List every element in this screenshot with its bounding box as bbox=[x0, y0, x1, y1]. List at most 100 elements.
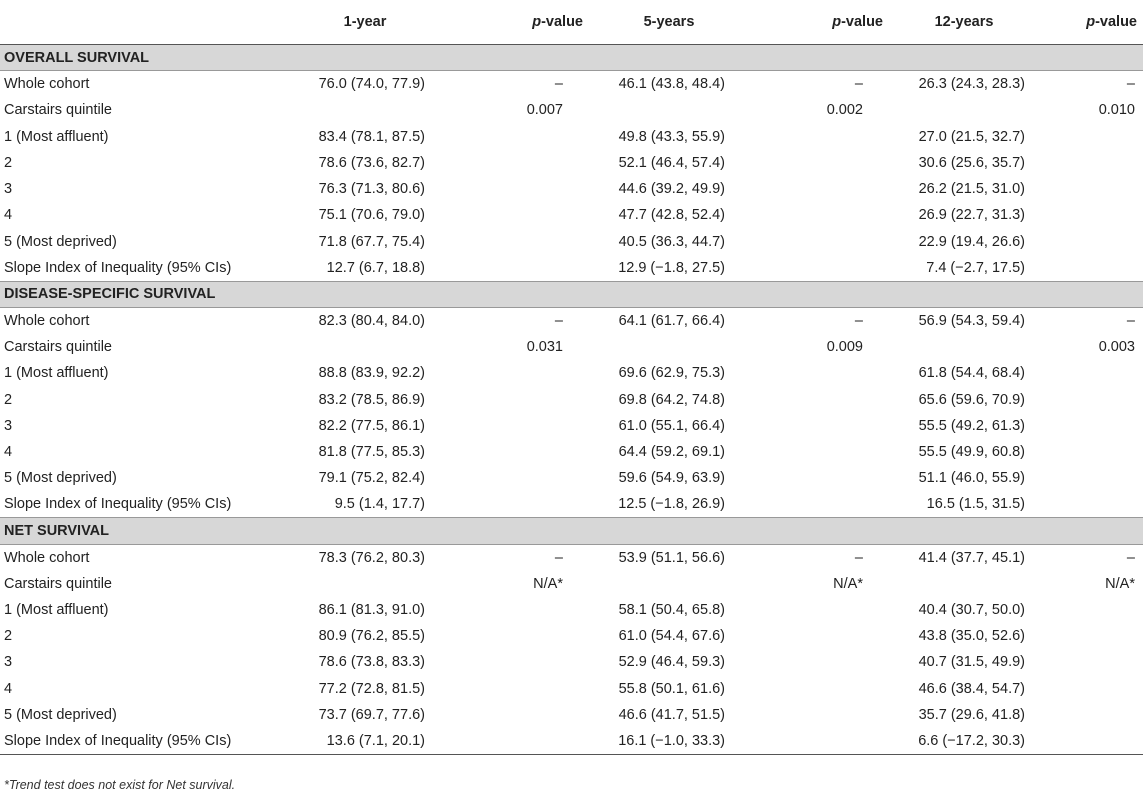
cell-p-value-5: – bbox=[854, 312, 863, 329]
cell-p-value-12 bbox=[1039, 255, 1143, 281]
cell-1-year: 9.5 (1.4, 17.7) bbox=[334, 496, 425, 513]
cell-p-value-5 bbox=[749, 492, 889, 518]
cell-5-years: 69.6 (62.9, 75.3) bbox=[618, 365, 725, 382]
table-row: 1 (Most affluent) 88.8 (83.9, 92.2) 69.6 (… bbox=[0, 360, 1143, 386]
row-label: 3 bbox=[4, 417, 13, 434]
row-label: 1 (Most affluent) bbox=[4, 601, 109, 618]
cell-1-year: 78.6 (73.6, 82.7) bbox=[318, 154, 425, 171]
cell-p-value-12: – bbox=[1126, 76, 1135, 93]
cell-p-value-12 bbox=[1039, 597, 1143, 623]
table-row: Whole cohort 82.3 (80.4, 84.0) – 64.1 (61.7… bbox=[0, 307, 1143, 333]
table-row: 1 (Most affluent) 83.4 (78.1, 87.5) 49.8 (… bbox=[0, 123, 1143, 149]
table-row: 5 (Most deprived) 73.7 (69.7, 77.6) 46.6 (… bbox=[0, 702, 1143, 728]
cell-p-value-1: 0.031 bbox=[526, 338, 563, 355]
table-row: 4 77.2 (72.8, 81.5) 55.8 (50.1, 61.6) 46.6 … bbox=[0, 676, 1143, 702]
cell-p-value-1 bbox=[449, 413, 589, 439]
cell-p-value-12 bbox=[1039, 439, 1143, 465]
cell-p-value-1: – bbox=[554, 549, 563, 566]
header-p-value-1: p-value bbox=[449, 0, 589, 45]
header-p-value-5: p-value bbox=[749, 0, 889, 45]
cell-1-year: 75.1 (70.6, 79.0) bbox=[318, 207, 425, 224]
cell-p-value-1 bbox=[449, 728, 589, 756]
cell-p-value-1 bbox=[449, 492, 589, 518]
cell-5-years: 53.9 (51.1, 56.6) bbox=[618, 549, 725, 566]
cell-p-value-5 bbox=[749, 360, 889, 386]
cell-p-value-5 bbox=[749, 413, 889, 439]
table-row: Carstairs quintile 0.007 0.002 0.010 bbox=[0, 97, 1143, 123]
cell-p-value-12 bbox=[1039, 413, 1143, 439]
table-row: 5 (Most deprived) 71.8 (67.7, 75.4) 40.5 (… bbox=[0, 229, 1143, 255]
cell-12-years: 26.2 (21.5, 31.0) bbox=[918, 181, 1025, 198]
cell-p-value-12 bbox=[1039, 176, 1143, 202]
row-label: 3 bbox=[4, 654, 13, 671]
row-label: Slope Index of Inequality (95% CIs) bbox=[4, 496, 232, 513]
cell-5-years: 16.1 (−1.0, 33.3) bbox=[589, 728, 749, 756]
row-label: Slope Index of Inequality (95% CIs) bbox=[0, 728, 281, 756]
section-title: DISEASE-SPECIFIC SURVIVAL bbox=[0, 280, 1143, 308]
cell-1-year: 76.3 (71.3, 80.6) bbox=[318, 181, 425, 198]
header-p-letter: p bbox=[1086, 14, 1096, 30]
cell-5-years: 52.9 (46.4, 59.3) bbox=[618, 654, 725, 671]
cell-12-years: 26.3 (24.3, 28.3) bbox=[918, 76, 1025, 93]
row-label: Carstairs quintile bbox=[4, 102, 112, 119]
table-body: OVERALL SURVIVAL Whole cohort 76.0 (74.0, … bbox=[0, 43, 1143, 756]
cell-1-year: 78.3 (76.2, 80.3) bbox=[318, 549, 425, 566]
row-label: Carstairs quintile bbox=[4, 575, 112, 592]
cell-p-value-12: 0.010 bbox=[1098, 102, 1135, 119]
cell-1-year: 79.1 (75.2, 82.4) bbox=[318, 470, 425, 487]
cell-p-value-12 bbox=[1039, 676, 1143, 702]
row-label: 3 bbox=[4, 181, 13, 198]
cell-p-value-5: – bbox=[854, 76, 863, 93]
header-p-letter: p bbox=[532, 14, 542, 30]
table-row: 2 78.6 (73.6, 82.7) 52.1 (46.4, 57.4) 30.6 … bbox=[0, 150, 1143, 176]
cell-p-value-12 bbox=[1039, 649, 1143, 675]
row-label: 5 (Most deprived) bbox=[4, 707, 117, 724]
cell-12-years: 56.9 (54.3, 59.4) bbox=[918, 312, 1025, 329]
cell-p-value-12 bbox=[1039, 202, 1143, 228]
cell-12-years: 43.8 (35.0, 52.6) bbox=[918, 628, 1025, 645]
table-row: Slope Index of Inequality (95% CIs) 12.7 … bbox=[0, 255, 1143, 281]
row-label: Whole cohort bbox=[4, 312, 90, 329]
cell-p-value-5: 0.009 bbox=[826, 338, 863, 355]
cell-p-value-12 bbox=[1039, 728, 1143, 756]
cell-12-years: 26.9 (22.7, 31.3) bbox=[918, 207, 1025, 224]
cell-1-year bbox=[281, 570, 449, 596]
row-label: 1 (Most affluent) bbox=[4, 128, 109, 145]
cell-5-years: 64.1 (61.7, 66.4) bbox=[618, 312, 725, 329]
cell-p-value-12: N/A* bbox=[1105, 575, 1135, 592]
cell-12-years: 61.8 (54.4, 68.4) bbox=[918, 365, 1025, 382]
cell-1-year: 83.2 (78.5, 86.9) bbox=[318, 391, 425, 408]
cell-p-value-12 bbox=[1039, 229, 1143, 255]
table-row: 3 82.2 (77.5, 86.1) 61.0 (55.1, 66.4) 55.5 … bbox=[0, 413, 1143, 439]
cell-p-value-5 bbox=[749, 649, 889, 675]
cell-p-value-1: – bbox=[554, 312, 563, 329]
row-label: 5 (Most deprived) bbox=[4, 470, 117, 487]
cell-12-years: 41.4 (37.7, 45.1) bbox=[918, 549, 1025, 566]
cell-1-year: 12.7 (6.7, 18.8) bbox=[326, 259, 425, 276]
header-p-letter: p bbox=[832, 14, 842, 30]
header-12-years: 12-years bbox=[889, 0, 1039, 45]
cell-1-year bbox=[281, 334, 449, 360]
cell-5-years: 55.8 (50.1, 61.6) bbox=[618, 680, 725, 697]
cell-12-years: 40.4 (30.7, 50.0) bbox=[918, 601, 1025, 618]
cell-12-years bbox=[889, 97, 1039, 123]
cell-5-years: 40.5 (36.3, 44.7) bbox=[618, 233, 725, 250]
cell-12-years: 27.0 (21.5, 32.7) bbox=[918, 128, 1025, 145]
cell-5-years: 49.8 (43.3, 55.9) bbox=[618, 128, 725, 145]
cell-5-years: 59.6 (54.9, 63.9) bbox=[618, 470, 725, 487]
row-label: 4 bbox=[4, 444, 13, 461]
header-label bbox=[0, 0, 281, 45]
cell-p-value-5 bbox=[749, 623, 889, 649]
table-row: 4 75.1 (70.6, 79.0) 47.7 (42.8, 52.4) 26.9 … bbox=[0, 202, 1143, 228]
cell-12-years: 46.6 (38.4, 54.7) bbox=[918, 680, 1025, 697]
cell-5-years: 64.4 (59.2, 69.1) bbox=[618, 444, 725, 461]
cell-5-years bbox=[589, 570, 749, 596]
cell-1-year: 81.8 (77.5, 85.3) bbox=[318, 444, 425, 461]
cell-p-value-12 bbox=[1039, 360, 1143, 386]
cell-1-year: 80.9 (76.2, 85.5) bbox=[318, 628, 425, 645]
cell-p-value-5 bbox=[749, 702, 889, 728]
cell-5-years: 46.6 (41.7, 51.5) bbox=[618, 707, 725, 724]
table-row: 3 76.3 (71.3, 80.6) 44.6 (39.2, 49.9) 26.2 … bbox=[0, 176, 1143, 202]
row-label: Slope Index of Inequality (95% CIs) bbox=[4, 259, 232, 276]
cell-5-years: 61.0 (54.4, 67.6) bbox=[618, 628, 725, 645]
